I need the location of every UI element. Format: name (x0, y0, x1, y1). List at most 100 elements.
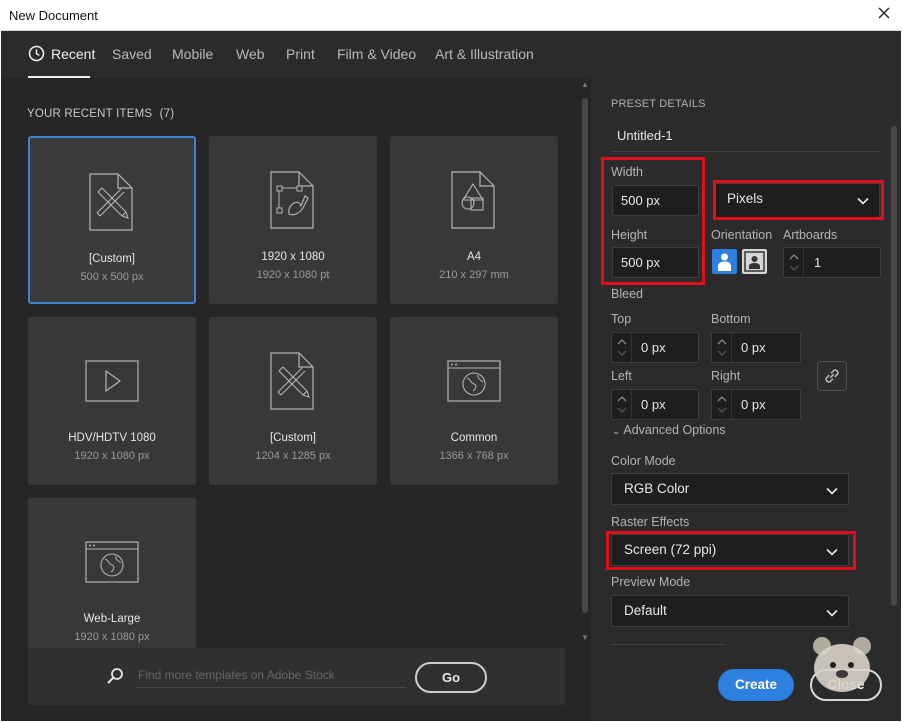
chevron-down-icon: ⌄ (612, 426, 621, 437)
recent-items-scrollbar[interactable]: ▲ ▼ (579, 78, 591, 721)
height-input[interactable]: 500 px (612, 247, 699, 278)
title-bar: New Document (0, 0, 902, 31)
card-dims: 1920 x 1080 px (74, 450, 150, 462)
card-dims: 1204 x 1285 px (255, 450, 331, 462)
preset-card-custom-1204[interactable]: [Custom] 1204 x 1285 px (209, 317, 377, 485)
bleed-right-label: Right (711, 369, 741, 383)
preset-card-1920x1080[interactable]: 1920 x 1080 1920 x 1080 pt (209, 136, 377, 304)
preview-mode-value: Default (624, 603, 667, 618)
card-name: Web-Large (83, 613, 141, 625)
height-label: Height (611, 228, 648, 242)
scroll-down-icon[interactable]: ▼ (579, 633, 591, 643)
stepper-down-icon[interactable] (717, 405, 727, 415)
tab-mobile[interactable]: Mobile (172, 46, 213, 62)
document-pencil-icon (84, 172, 140, 232)
units-select[interactable]: Pixels (714, 183, 880, 218)
card-dims: 1920 x 1080 px (74, 631, 150, 643)
card-name: 1920 x 1080 (261, 251, 325, 263)
clock-icon (28, 45, 45, 62)
bleed-right-stepper[interactable]: 0 px (711, 389, 801, 420)
preview-mode-select[interactable]: Default (611, 595, 849, 627)
recent-items-heading: YOUR RECENT ITEMS (7) (27, 108, 174, 120)
stepper-arrows (612, 333, 632, 362)
advanced-options-toggle[interactable]: ⌄ Advanced Options (612, 423, 726, 437)
web-globe-icon (84, 532, 140, 592)
preview-mode-label: Preview Mode (611, 575, 691, 589)
create-button[interactable]: Create (718, 669, 794, 701)
card-name: HDV/HDTV 1080 (68, 432, 156, 444)
advanced-options-label: Advanced Options (623, 423, 726, 437)
more-settings-edge (611, 644, 726, 648)
stepper-up-icon[interactable] (717, 394, 727, 404)
preset-details-scrollbar[interactable] (889, 114, 899, 644)
units-value: Pixels (727, 191, 764, 206)
link-bleed-button[interactable] (817, 361, 847, 391)
stepper-up-icon[interactable] (617, 337, 627, 347)
recent-items-panel: YOUR RECENT ITEMS (7) [Custom] 500 x 500… (1, 78, 591, 721)
stepper-up-icon[interactable] (717, 337, 727, 347)
bleed-left-stepper[interactable]: 0 px (611, 389, 699, 420)
card-name: [Custom] (269, 432, 316, 444)
link-icon (825, 369, 839, 383)
stepper-down-icon[interactable] (717, 348, 727, 358)
stepper-arrows (712, 333, 732, 362)
document-pencil-icon (265, 351, 321, 411)
bleed-left-label: Left (611, 369, 632, 383)
new-document-dialog: Recent Saved Mobile Web Print Film & Vid… (1, 31, 901, 721)
width-label: Width (611, 165, 643, 179)
scrollbar-thumb[interactable] (891, 126, 897, 606)
stepper-up-icon[interactable] (789, 252, 799, 262)
web-globe-icon (446, 351, 502, 411)
artboards-stepper[interactable]: 1 (783, 247, 881, 278)
width-input[interactable]: 500 px (612, 185, 699, 216)
window-close-icon[interactable] (876, 5, 892, 21)
scrollbar-thumb[interactable] (582, 98, 588, 613)
bleed-bottom-stepper[interactable]: 0 px (711, 332, 801, 363)
window-title: New Document (9, 8, 98, 23)
tab-web[interactable]: Web (236, 46, 265, 62)
card-name: Common (450, 432, 498, 444)
close-button[interactable]: Close (810, 669, 882, 701)
raster-effects-select[interactable]: Screen (72 ppi) (611, 534, 849, 566)
stock-search-input[interactable] (136, 662, 406, 688)
tab-art-illustration[interactable]: Art & Illustration (435, 46, 534, 62)
tab-print[interactable]: Print (286, 46, 315, 62)
card-name: A4 (466, 251, 482, 263)
stepper-down-icon[interactable] (617, 348, 627, 358)
color-mode-select[interactable]: RGB Color (611, 473, 849, 505)
preset-card-web-large[interactable]: Web-Large 1920 x 1080 px (28, 498, 196, 648)
bleed-top-value: 0 px (641, 340, 666, 355)
category-tabs: Recent Saved Mobile Web Print Film & Vid… (1, 31, 901, 78)
raster-effects-value: Screen (72 ppi) (624, 542, 717, 557)
tab-saved[interactable]: Saved (112, 46, 152, 62)
bleed-top-stepper[interactable]: 0 px (611, 332, 699, 363)
bleed-top-label: Top (611, 312, 632, 326)
card-name: [Custom] (88, 253, 135, 265)
portrait-orientation-button[interactable] (712, 249, 737, 274)
video-play-icon (84, 351, 140, 411)
preset-card-custom-500[interactable]: [Custom] 500 x 500 px (28, 136, 196, 304)
preset-card-hdv-hdtv[interactable]: HDV/HDTV 1080 1920 x 1080 px (28, 317, 196, 485)
stepper-down-icon[interactable] (617, 405, 627, 415)
bleed-left-value: 0 px (641, 397, 666, 412)
raster-effects-label: Raster Effects (611, 515, 690, 529)
stepper-down-icon[interactable] (789, 263, 799, 273)
card-dims: 1920 x 1080 pt (256, 269, 330, 281)
go-button[interactable]: Go (415, 662, 487, 693)
artboard-pen-icon (265, 170, 321, 230)
tab-film-video[interactable]: Film & Video (337, 46, 416, 62)
recent-count: (7) (159, 108, 175, 120)
color-mode-label: Color Mode (611, 454, 676, 468)
preset-card-a4[interactable]: A4 210 x 297 mm (390, 136, 558, 304)
landscape-orientation-button[interactable] (742, 249, 767, 274)
artboards-value: 1 (814, 255, 822, 270)
stepper-up-icon[interactable] (617, 394, 627, 404)
chevron-down-icon (826, 484, 838, 495)
stepper-arrows (612, 390, 632, 419)
document-name-field[interactable]: Untitled-1 (611, 122, 879, 152)
tab-recent[interactable]: Recent (51, 46, 95, 62)
recent-heading-text: YOUR RECENT ITEMS (27, 108, 153, 120)
scroll-up-icon[interactable]: ▲ (579, 80, 591, 90)
bleed-bottom-label: Bottom (711, 312, 751, 326)
preset-card-common[interactable]: Common 1366 x 768 px (390, 317, 558, 485)
